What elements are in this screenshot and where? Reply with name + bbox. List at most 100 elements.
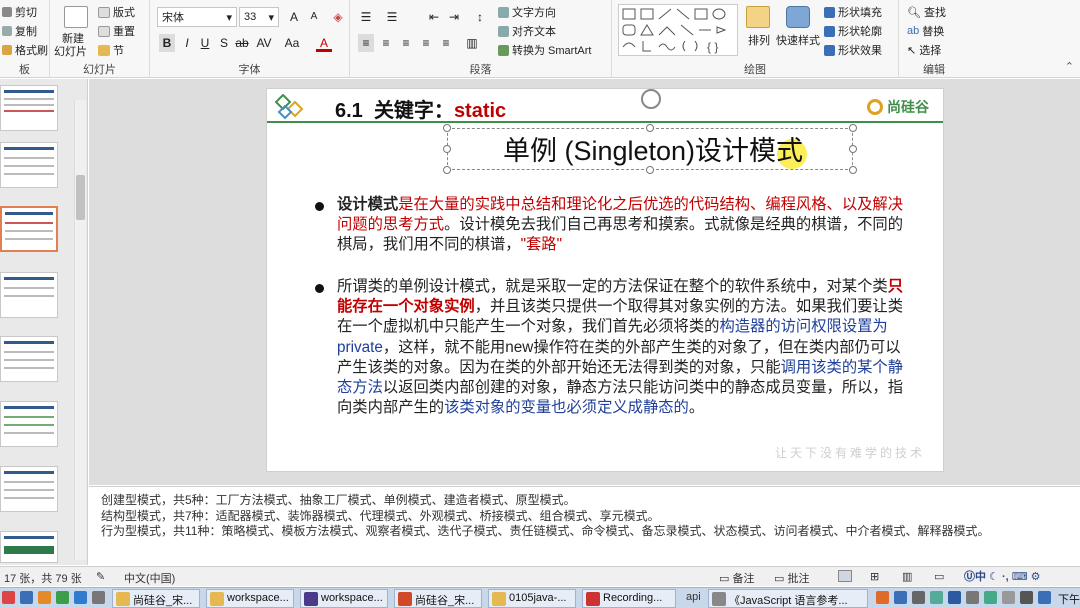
app-icon[interactable]: [2, 591, 15, 604]
find-button[interactable]: 🔍︎ 查找: [907, 4, 946, 20]
format-painter-button[interactable]: 格式刷: [2, 42, 48, 58]
slide-thumbnail[interactable]: [0, 85, 58, 131]
shadow-button[interactable]: S: [216, 34, 232, 52]
app-icon[interactable]: [74, 591, 87, 604]
char-spacing-button[interactable]: AV: [256, 34, 272, 52]
grow-font-button[interactable]: A: [286, 8, 302, 26]
align-text-button[interactable]: 对齐文本: [498, 23, 556, 39]
resize-handle[interactable]: [443, 145, 451, 153]
shrink-font-button[interactable]: A: [306, 8, 322, 26]
slide-subtitle[interactable]: 单例 (Singleton)设计模式: [453, 129, 853, 168]
app-icon[interactable]: [20, 591, 33, 604]
thumbnail-scrollbar[interactable]: [74, 100, 86, 560]
numbering-icon[interactable]: ☰: [384, 8, 400, 26]
select-button[interactable]: ↖ 选择: [907, 42, 941, 58]
replace-button[interactable]: ab 替换: [907, 23, 944, 39]
bold-button[interactable]: B: [159, 34, 175, 52]
tray-icon[interactable]: [966, 591, 979, 604]
strikethrough-button[interactable]: ab: [234, 34, 250, 52]
ime-indicator[interactable]: Ⓤ中 ☾ ·, ⌨ ⚙: [964, 568, 1041, 584]
taskbar-item[interactable]: workspace...: [206, 589, 294, 608]
app-icon[interactable]: [38, 591, 51, 604]
bullet-text-2[interactable]: 所谓类的单例设计模式，就是采取一定的方法保证在整个的软件系统中，对某个类只能存在…: [337, 277, 911, 418]
taskbar-item[interactable]: workspace...: [300, 589, 388, 608]
font-size-select[interactable]: 33 ▾: [239, 7, 279, 27]
notes-toggle[interactable]: ▭ 备注: [719, 570, 754, 586]
justify-icon[interactable]: ≡: [418, 34, 434, 52]
shapes-gallery[interactable]: { }: [618, 4, 738, 56]
tray-icon[interactable]: [876, 591, 889, 604]
slide-thumbnail[interactable]: [0, 531, 58, 563]
slideshow-icon[interactable]: ▭: [934, 570, 944, 583]
resize-handle[interactable]: [443, 124, 451, 132]
line-spacing-icon[interactable]: ↕: [472, 8, 488, 26]
resize-handle[interactable]: [443, 166, 451, 174]
app-icon[interactable]: [56, 591, 69, 604]
taskbar-item[interactable]: 0105java-...: [488, 589, 576, 608]
slide-thumbnail[interactable]: [0, 401, 58, 447]
taskbar-item[interactable]: Recording...: [582, 589, 676, 608]
collapse-ribbon-icon[interactable]: ⌃: [1065, 60, 1074, 73]
bullets-icon[interactable]: ☰: [358, 8, 374, 26]
slide-thumbnail[interactable]: [0, 466, 58, 512]
text-direction-button[interactable]: 文字方向: [498, 4, 556, 20]
taskbar-item[interactable]: 尚硅谷_宋...: [394, 589, 482, 608]
reading-view-icon[interactable]: ▥: [902, 570, 912, 583]
quick-styles-button[interactable]: 快速样式: [776, 32, 820, 48]
align-center-icon[interactable]: ≡: [378, 34, 394, 52]
taskbar-item[interactable]: 《JavaScript 语言参考...: [708, 589, 868, 608]
distribute-icon[interactable]: ≡: [438, 34, 454, 52]
section-button[interactable]: 节: [98, 42, 124, 58]
cut-button[interactable]: 剪切: [2, 4, 37, 20]
align-left-icon[interactable]: ≡: [358, 34, 374, 52]
shapes-icon: { }: [622, 8, 727, 54]
shape-effects-button[interactable]: 形状效果: [824, 42, 882, 58]
slide-thumbnail[interactable]: [0, 336, 58, 382]
decrease-indent-icon[interactable]: ⇤: [426, 8, 442, 26]
spellcheck-icon[interactable]: ✎: [96, 570, 105, 583]
thumbnail-scroll-thumb[interactable]: [76, 175, 85, 220]
smartart-button[interactable]: 转换为 SmartArt: [498, 42, 591, 58]
italic-button[interactable]: I: [179, 34, 195, 52]
change-case-button[interactable]: Aa: [284, 34, 300, 52]
align-right-icon[interactable]: ≡: [398, 34, 414, 52]
increase-indent-icon[interactable]: ⇥: [446, 8, 462, 26]
bullet-text-1[interactable]: 设计模式是在大量的实践中总结和理论化之后优选的代码结构、编程风格、以及解决问题的…: [337, 195, 911, 256]
shape-outline-button[interactable]: 形状轮廓: [824, 23, 882, 39]
folder-icon: [210, 592, 224, 606]
underline-button[interactable]: U: [197, 34, 213, 52]
tray-icon[interactable]: [912, 591, 925, 604]
align-text-icon: [498, 25, 509, 37]
arrange-button[interactable]: 排列: [748, 32, 770, 48]
app-icon[interactable]: [92, 591, 105, 604]
slide-sorter-icon[interactable]: ⊞: [870, 570, 879, 583]
reset-button[interactable]: 重置: [98, 23, 135, 39]
slide-thumbnail-current[interactable]: [0, 206, 58, 252]
slide-thumbnail[interactable]: [0, 142, 58, 188]
tray-icon[interactable]: [930, 591, 943, 604]
drawing-group: { } 排列 快速样式 形状填充 形状轮廓 形状效果 绘图: [612, 0, 899, 78]
copy-button[interactable]: 复制: [2, 23, 37, 39]
comments-toggle[interactable]: ▭ 批注: [774, 570, 809, 586]
clear-format-icon[interactable]: ◈: [330, 8, 346, 26]
notes-pane[interactable]: 创建型模式，共5种：工厂方法模式、抽象工厂模式、单例模式、建造者模式、原型模式。…: [89, 486, 1080, 565]
taskbar-item[interactable]: 尚硅谷_宋...: [112, 589, 200, 608]
layout-button[interactable]: 版式: [98, 4, 135, 20]
rotate-handle-icon[interactable]: [641, 89, 661, 109]
network-icon[interactable]: [1038, 591, 1051, 604]
tray-icon[interactable]: [894, 591, 907, 604]
slide-title-bar: 6.1 关键字：static 尚硅谷: [267, 89, 943, 123]
tray-icon[interactable]: [984, 591, 997, 604]
slide[interactable]: 6.1 关键字：static 尚硅谷 单例 (Singleton)设计模式 设计…: [266, 88, 944, 472]
tray-icon[interactable]: [1002, 591, 1015, 604]
font-color-button[interactable]: A: [316, 34, 332, 52]
normal-view-icon[interactable]: [838, 570, 852, 582]
tray-icon[interactable]: [948, 591, 961, 604]
language-indicator[interactable]: 中文(中国): [124, 570, 175, 586]
volume-icon[interactable]: [1020, 591, 1033, 604]
columns-icon[interactable]: ▥: [464, 34, 480, 52]
font-family-select[interactable]: 宋体 ▾: [157, 7, 237, 27]
api-label: api: [686, 591, 701, 603]
shape-fill-button[interactable]: 形状填充: [824, 4, 882, 20]
slide-thumbnail[interactable]: [0, 272, 58, 318]
